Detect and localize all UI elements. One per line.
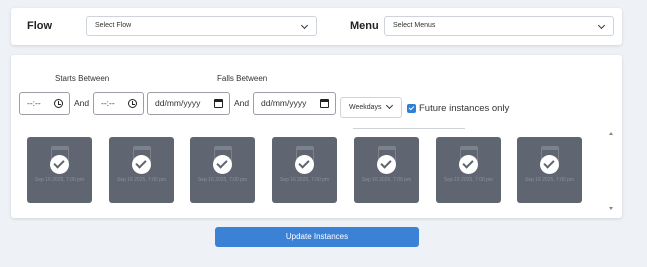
check-circle-icon xyxy=(295,155,314,174)
instance-date: Sep 16 2025, 7:00 pm xyxy=(443,177,494,183)
check-circle-icon xyxy=(213,155,232,174)
instance-date: Sep 16 2025, 7:00 pm xyxy=(361,177,412,183)
instance-list-scrollbar[interactable] xyxy=(608,131,615,211)
calendar-icon[interactable] xyxy=(214,99,223,108)
instances-card: Starts Between Falls Between --:-- And -… xyxy=(11,55,622,218)
date-to-value: dd/mm/yyyy xyxy=(261,98,307,108)
and-label: And xyxy=(74,98,90,108)
instance-date: Sep 16 2025, 7:00 pm xyxy=(116,177,167,183)
instance-date: Sep 16 2025, 7:00 pm xyxy=(524,177,575,183)
instance-tile[interactable]: Sep 16 2025, 7:00 pm xyxy=(272,137,337,203)
chevron-down-icon xyxy=(597,21,606,30)
check-circle-icon xyxy=(540,155,559,174)
instance-tile[interactable]: Sep 16 2025, 7:00 pm xyxy=(517,137,582,203)
instance-tile[interactable]: Sep 16 2025, 7:00 pm xyxy=(436,137,501,203)
date-to-input[interactable]: dd/mm/yyyy xyxy=(253,92,336,115)
update-instances-button[interactable]: Update Instances xyxy=(215,227,419,247)
clock-icon[interactable] xyxy=(128,99,137,108)
start-time-to-value: --:-- xyxy=(101,98,115,108)
future-only-checkbox[interactable] xyxy=(407,104,416,113)
falls-between-label: Falls Between xyxy=(217,74,268,83)
instance-date: Sep 16 2025, 7:00 pm xyxy=(279,177,330,183)
date-from-input[interactable]: dd/mm/yyyy xyxy=(147,92,230,115)
check-circle-icon xyxy=(132,155,151,174)
flow-label: Flow xyxy=(27,20,53,32)
date-from-value: dd/mm/yyyy xyxy=(155,98,201,108)
chevron-down-icon xyxy=(300,21,309,30)
instance-date: Sep 16 2025, 7:00 pm xyxy=(197,177,248,183)
clock-icon[interactable] xyxy=(54,99,63,108)
check-circle-icon xyxy=(377,155,396,174)
instance-tile[interactable]: Sep 16 2025, 7:00 pm xyxy=(354,137,419,203)
menu-select[interactable]: Select Menus xyxy=(384,16,614,36)
start-time-from-input[interactable]: --:-- xyxy=(19,92,70,115)
selector-card: Flow Select Flow Menu Select Menus xyxy=(11,8,622,45)
scroll-down-icon[interactable] xyxy=(609,207,613,210)
start-time-from-value: --:-- xyxy=(27,98,41,108)
instance-tile[interactable]: Sep 16 2025, 7:00 pm xyxy=(27,137,92,203)
divider xyxy=(353,128,465,129)
menu-label: Menu xyxy=(350,20,379,32)
chevron-down-icon xyxy=(385,101,394,110)
instance-tile[interactable]: Sep 16 2025, 7:00 pm xyxy=(109,137,174,203)
future-only-label: Future instances only xyxy=(419,103,510,114)
and-label: And xyxy=(234,98,250,108)
check-circle-icon xyxy=(459,155,478,174)
weekdays-select[interactable]: Weekdays xyxy=(340,97,402,118)
check-circle-icon xyxy=(50,155,69,174)
calendar-icon[interactable] xyxy=(320,99,329,108)
scroll-up-icon[interactable] xyxy=(609,132,613,135)
start-time-to-input[interactable]: --:-- xyxy=(93,92,144,115)
instance-date: Sep 16 2025, 7:00 pm xyxy=(34,177,85,183)
flow-select[interactable]: Select Flow xyxy=(86,16,317,36)
instance-list: Sep 16 2025, 7:00 pm Sep 16 2025, 7:00 p… xyxy=(27,137,605,203)
flow-select-value: Select Flow xyxy=(95,22,132,29)
menu-select-value: Select Menus xyxy=(393,22,436,29)
weekdays-select-value: Weekdays xyxy=(349,104,382,111)
starts-between-label: Starts Between xyxy=(55,74,110,83)
instance-tile[interactable]: Sep 16 2025, 7:00 pm xyxy=(190,137,255,203)
